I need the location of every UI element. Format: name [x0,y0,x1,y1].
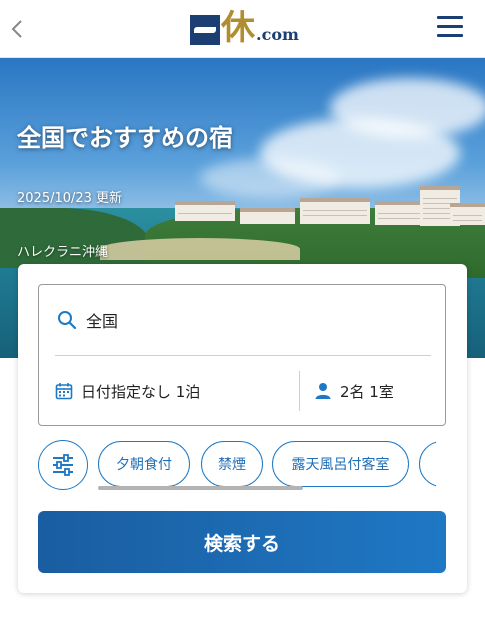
hero-updated-date: 2025/10/23 更新 [17,191,123,206]
destination-field[interactable]: 全国 [39,285,445,355]
search-inputs: 全国 日付指定なし 1泊 2名 1室 [38,284,446,426]
app-header: 休 .com [0,0,485,58]
search-card: 全国 日付指定なし 1泊 2名 1室 夕朝食付 禁煙 露天風呂付客室 検索する [18,264,467,593]
logo-kanji: 休 [221,8,255,48]
search-button[interactable]: 検索する [38,511,446,573]
person-icon [315,383,331,399]
sliders-icon [53,454,73,476]
destination-value: 全国 [86,312,119,331]
guest-value: 2名 1室 [340,382,394,401]
chip-non-smoking[interactable]: 禁煙 [201,441,263,487]
filter-settings-button[interactable] [38,440,88,490]
chip-scrollbar[interactable] [98,486,303,490]
chip-more[interactable] [419,441,436,487]
calendar-icon [55,383,73,400]
menu-button[interactable] [437,16,463,38]
logo-mark-icon [190,15,220,45]
date-field[interactable]: 日付指定なし 1泊 [39,356,299,426]
chip-meals[interactable]: 夕朝食付 [98,441,190,487]
hero-title: 全国でおすすめの宿 [17,124,233,152]
chevron-left-icon [11,20,22,38]
filter-chips: 夕朝食付 禁煙 露天風呂付客室 [38,440,436,492]
logo-suffix: .com [256,25,299,44]
search-icon [58,311,77,330]
site-logo[interactable]: 休 .com [190,11,299,45]
back-button[interactable] [6,14,28,44]
guest-field[interactable]: 2名 1室 [300,356,445,426]
date-value: 日付指定なし 1泊 [81,382,201,401]
chip-open-air-bath[interactable]: 露天風呂付客室 [272,441,409,487]
hero-caption: ハレクラニ沖縄 [17,245,109,260]
